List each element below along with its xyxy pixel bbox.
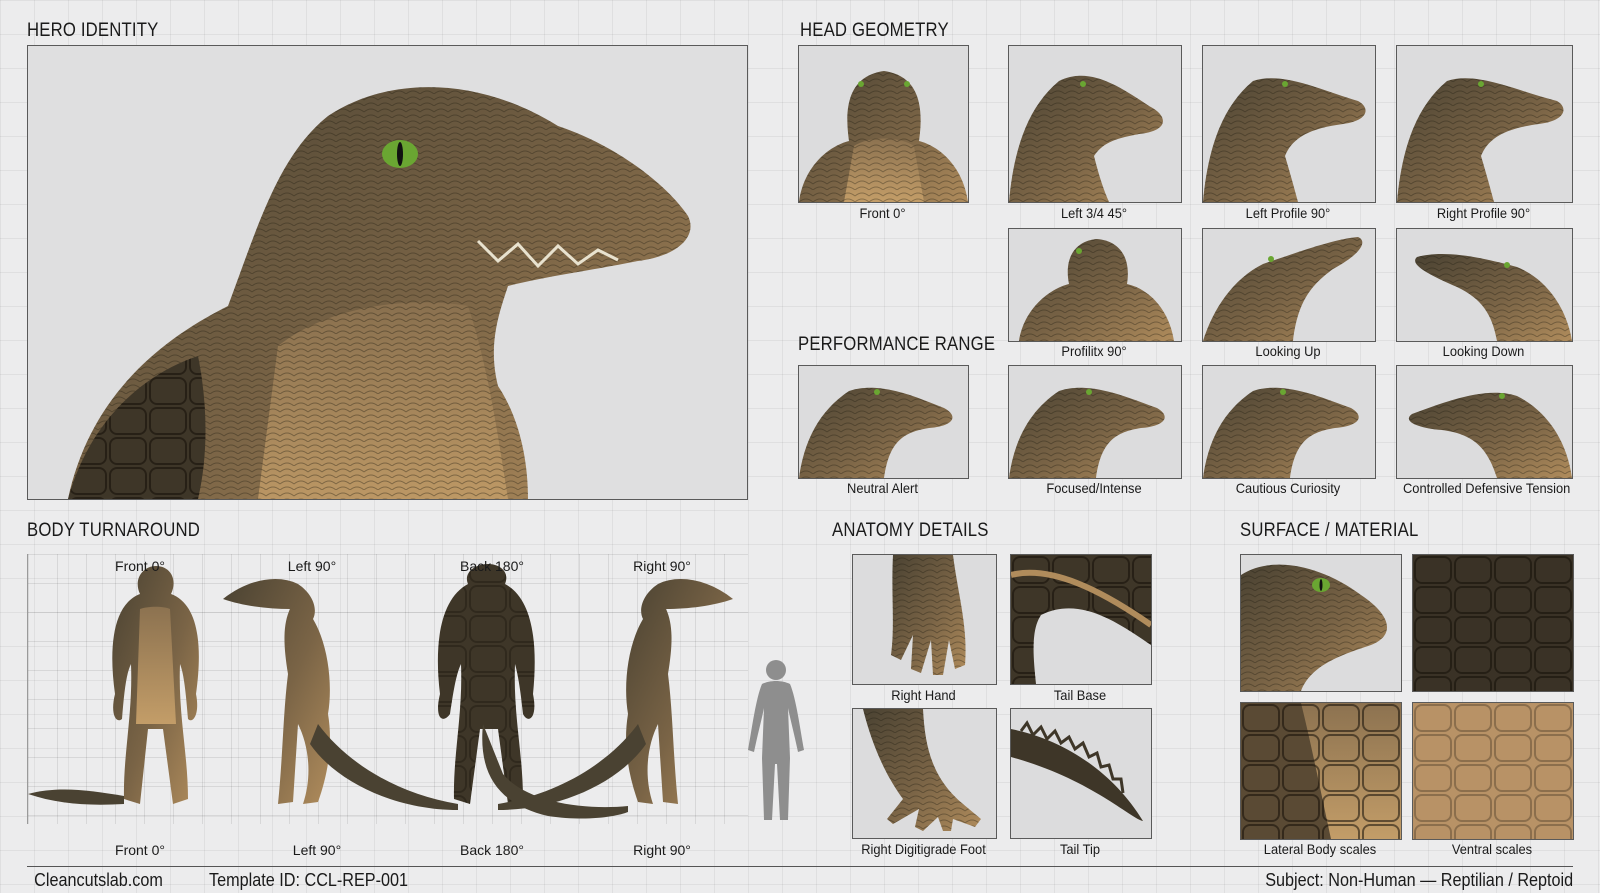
anatomy-caption: Tail Base <box>1053 687 1107 703</box>
performance-defensive-image[interactable] <box>1396 365 1573 479</box>
anatomy-caption: Tail Tip <box>1059 841 1101 857</box>
surface-caption: Ventral scales <box>1451 841 1533 857</box>
head-view-caption: Left 3/4 45° <box>1060 205 1128 221</box>
section-title-head: HEAD GEOMETRY <box>800 20 949 41</box>
head-view-caption: Looking Down <box>1442 343 1525 359</box>
performance-caption: Cautious Curiosity <box>1235 480 1341 496</box>
anatomy-right-foot-image[interactable] <box>852 708 997 839</box>
surface-dorsal-swatch[interactable] <box>1412 554 1574 692</box>
turnaround-top-label: Right 90° <box>633 558 691 574</box>
human-scale-silhouette <box>748 660 804 820</box>
performance-caption: Neutral Alert <box>847 480 918 496</box>
turnaround-grid <box>27 554 748 824</box>
performance-focused-image[interactable] <box>1008 365 1182 479</box>
section-title-anatomy: ANATOMY DETAILS <box>832 520 989 541</box>
section-title-surface: SURFACE / MATERIAL <box>1240 520 1419 541</box>
turnaround-top-label: Front 0° <box>115 558 165 574</box>
surface-lateral-swatch[interactable] <box>1240 702 1402 840</box>
surface-caption: Lateral Body scales <box>1263 841 1377 857</box>
head-view-caption: Front 0° <box>859 205 906 221</box>
section-title-body: BODY TURNAROUND <box>27 520 200 541</box>
head-view-caption: Profilitx 90° <box>1061 343 1127 359</box>
performance-cautious-image[interactable] <box>1202 365 1376 479</box>
section-title-performance: PERFORMANCE RANGE <box>798 334 996 355</box>
performance-caption: Controlled Defensive Tension <box>1403 480 1571 496</box>
footer-template-id: Template ID: CCL-REP-001 <box>209 870 409 890</box>
performance-caption: Focused/Intense <box>1046 480 1142 496</box>
surface-ventral-swatch[interactable] <box>1412 702 1574 840</box>
turnaround-bottom-label: Left 90° <box>292 842 342 858</box>
head-view-left-34-image[interactable] <box>1008 45 1182 203</box>
anatomy-right-hand-image[interactable] <box>852 554 997 685</box>
anatomy-tail-base-image[interactable] <box>1010 554 1152 685</box>
turnaround-front-figure <box>28 566 199 805</box>
surface-head-swatch[interactable] <box>1240 554 1402 692</box>
footer-divider <box>27 866 1573 867</box>
turnaround-bottom-label: Front 0° <box>115 842 165 858</box>
anatomy-caption: Right Hand <box>891 687 956 703</box>
turnaround-top-label: Back 180° <box>460 558 524 574</box>
head-view-looking-down-image[interactable] <box>1396 228 1573 342</box>
head-view-front-image[interactable] <box>798 45 969 203</box>
section-title-hero: HERO IDENTITY <box>27 20 159 41</box>
turnaround-right-figure <box>498 579 733 810</box>
turnaround-bottom-label: Right 90° <box>633 842 691 858</box>
head-view-caption: Looking Up <box>1255 343 1321 359</box>
head-view-looking-up-image[interactable] <box>1202 228 1376 342</box>
head-view-caption: Right Profile 90° <box>1436 205 1531 221</box>
turnaround-top-label: Left 90° <box>287 558 337 574</box>
anatomy-tail-tip-image[interactable] <box>1010 708 1152 839</box>
head-view-right-profile-image[interactable] <box>1396 45 1573 203</box>
hero-image[interactable] <box>27 45 748 500</box>
turnaround-bottom-label: Back 180° <box>460 842 524 858</box>
head-view-left-profile-image[interactable] <box>1202 45 1376 203</box>
head-view-profilitx-image[interactable] <box>1008 228 1182 342</box>
anatomy-caption: Right Digitigrade Foot <box>861 841 986 857</box>
footer-subject: Subject: Non-Human — Reptilian / Reptoid <box>1265 870 1573 890</box>
head-view-caption: Left Profile 90° <box>1245 205 1331 221</box>
turnaround-left-figure <box>223 579 458 810</box>
footer-site[interactable]: Cleancutslab.com <box>34 870 163 891</box>
turnaround-figures <box>28 564 733 819</box>
performance-neutral-image[interactable] <box>798 365 969 479</box>
